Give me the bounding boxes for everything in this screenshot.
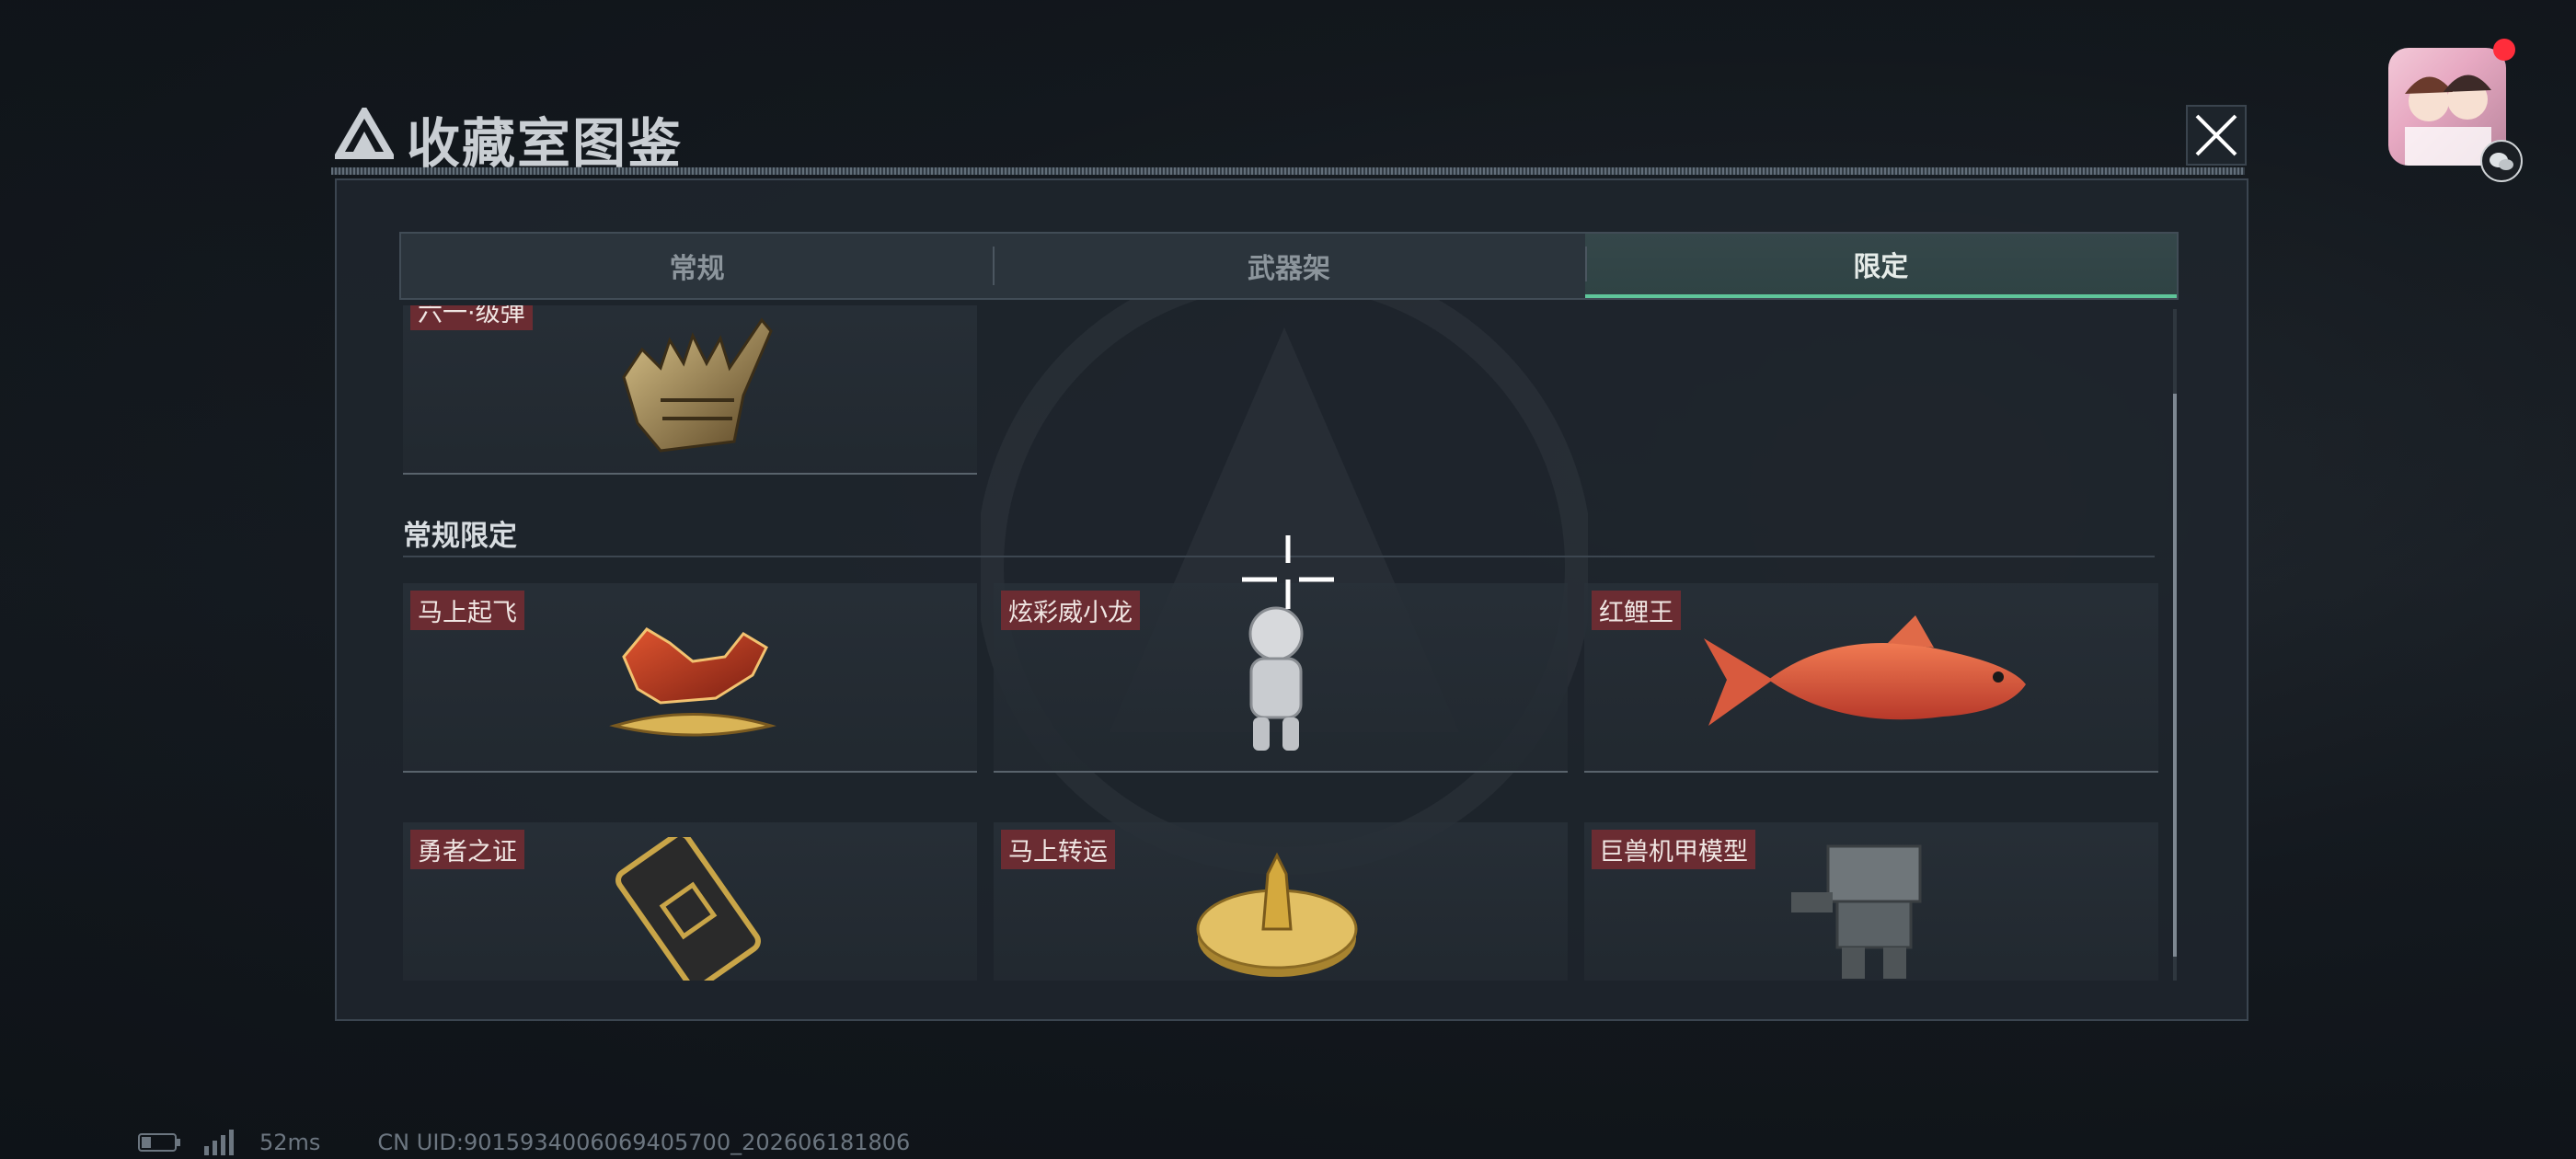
mecha-model-icon	[1791, 844, 1922, 979]
category-tabs: 常规 武器架 限定	[399, 232, 2179, 300]
header-divider	[331, 167, 2245, 175]
collection-header: 收藏室图鉴	[329, 97, 1341, 175]
close-icon[interactable]	[2186, 105, 2247, 166]
fortune-wheel-icon	[1196, 852, 1358, 977]
card-label: 红鲤王	[1592, 591, 1681, 630]
notification-dot	[2493, 39, 2515, 61]
tab-limited[interactable]: 限定	[1584, 234, 2177, 298]
collection-card-koi[interactable]: 红鲤王	[1584, 583, 2158, 773]
card-label: 巨兽机甲模型	[1592, 830, 1755, 869]
card-label: 马上转运	[1001, 830, 1115, 869]
collection-card-mecha[interactable]: 巨兽机甲模型	[1584, 822, 2158, 981]
hero-badge-card-icon	[615, 837, 761, 981]
collection-card-fortune[interactable]: 马上转运	[994, 822, 1568, 981]
status-bar: 52ms CN UID:9015934006069405700_20260618…	[138, 1130, 910, 1155]
chat-icon[interactable]	[2480, 140, 2523, 182]
flying-horse-figurine-icon	[609, 627, 776, 737]
collection-card-partial[interactable]: 六一·级弹	[403, 305, 977, 475]
signal-icon	[204, 1130, 234, 1155]
tab-weapon-rack[interactable]: 武器架	[993, 234, 1584, 298]
collection-card-badge[interactable]: 勇者之证	[403, 822, 977, 981]
card-label: 勇者之证	[410, 830, 524, 869]
game-logo-icon	[335, 108, 394, 159]
player-uid: CN UID:9015934006069405700_202606181806	[377, 1130, 911, 1155]
card-label: 马上起飞	[410, 591, 524, 630]
section-title: 常规限定	[403, 520, 517, 553]
gauntlet-trophy-icon	[622, 317, 773, 453]
crosshair-icon	[1242, 535, 1334, 609]
page-title: 收藏室图鉴	[407, 112, 684, 175]
collection-card-horse[interactable]: 马上起飞	[403, 583, 977, 773]
card-label: 炫彩威小龙	[1001, 591, 1140, 630]
battery-icon	[138, 1133, 180, 1152]
collection-grid: 六一·级弹 常规限定 马上起飞 炫彩威小龙 红鲤王 勇者之证 马上转运 巨兽机甲…	[401, 305, 2168, 981]
scrollbar-thumb[interactable]	[2173, 394, 2177, 957]
tab-regular[interactable]: 常规	[401, 234, 993, 298]
card-label: 六一·级弹	[410, 305, 533, 330]
ping-value: 52ms	[259, 1130, 321, 1155]
red-koi-fish-icon	[1704, 615, 2026, 726]
